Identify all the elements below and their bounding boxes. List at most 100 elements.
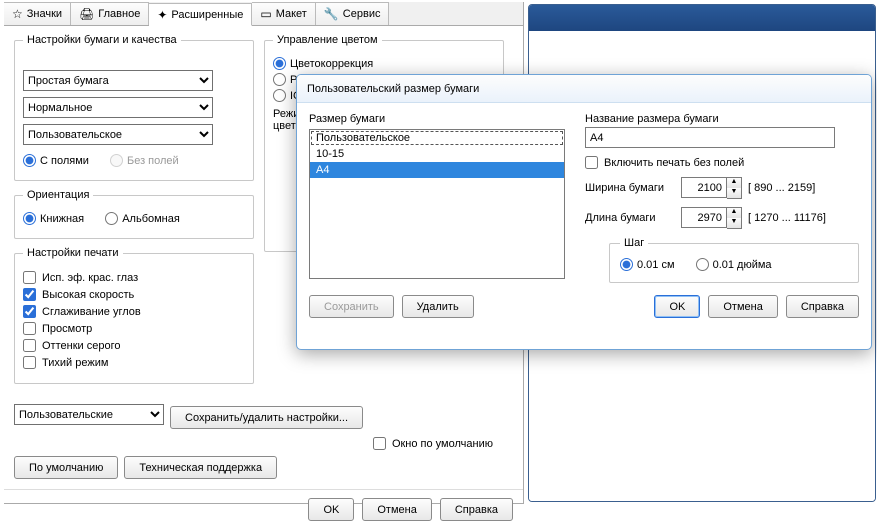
paper-name-input[interactable] <box>585 127 835 148</box>
paper-name-label: Название размера бумаги <box>585 113 859 125</box>
list-item[interactable]: Пользовательское <box>310 130 564 146</box>
color-correction-radio[interactable] <box>273 57 286 70</box>
group-legend: Шаг <box>620 237 648 249</box>
checkbox-label: Оттенки серого <box>42 340 120 352</box>
checkbox-label: Сглаживание углов <box>42 306 141 318</box>
background-window-titlebar <box>529 5 875 31</box>
radio-label: Альбомная <box>122 213 180 225</box>
width-input[interactable] <box>681 177 727 198</box>
radio-label: Цветокоррекция <box>290 58 373 70</box>
color-correction-row[interactable]: Цветокоррекция <box>273 57 495 70</box>
save-preset-button[interactable]: Сохранить/удалить настройки... <box>170 406 363 429</box>
spin-down-icon[interactable]: ▼ <box>727 188 741 198</box>
tab-label: Сервис <box>343 8 381 20</box>
portrait-radio-row[interactable]: Книжная <box>23 212 84 225</box>
spin-up-icon[interactable]: ▲ <box>727 208 741 218</box>
checkbox-label: Окно по умолчанию <box>392 438 493 450</box>
quiet-checkbox-row[interactable]: Тихий режим <box>23 356 245 369</box>
redeye-checkbox[interactable] <box>23 271 36 284</box>
with-margins-radio[interactable] <box>23 154 36 167</box>
support-button[interactable]: Техническая поддержка <box>124 456 277 479</box>
step-inch-radio[interactable] <box>696 258 709 271</box>
step-cm-row[interactable]: 0.01 см <box>620 258 675 271</box>
height-spinner[interactable]: ▲▼ <box>681 207 742 229</box>
tab-icons[interactable]: ☆ Значки <box>4 2 71 25</box>
dialog-title: Пользовательский размер бумаги <box>307 83 479 95</box>
borderless-print-checkbox[interactable] <box>585 156 598 169</box>
tab-label: Главное <box>98 8 140 20</box>
defaults-button[interactable]: По умолчанию <box>14 456 118 479</box>
quiet-checkbox[interactable] <box>23 356 36 369</box>
gray-checkbox[interactable] <box>23 339 36 352</box>
redeye-checkbox-row[interactable]: Исп. эф. крас. глаз <box>23 271 245 284</box>
tab-label: Расширенные <box>171 9 243 21</box>
tab-main[interactable]: 🖨 Главное <box>71 2 149 25</box>
icm-radio[interactable] <box>273 89 286 102</box>
color-mode-label2: цвет <box>273 120 296 132</box>
dialog-titlebar: Пользовательский размер бумаги <box>297 75 871 103</box>
width-label: Ширина бумаги <box>585 182 675 194</box>
spin-up-icon[interactable]: ▲ <box>727 178 741 188</box>
borderless-radio <box>110 154 123 167</box>
borderless-radio-row: Без полей <box>110 154 179 167</box>
spin-down-icon[interactable]: ▼ <box>727 218 741 228</box>
width-spinner[interactable]: ▲▼ <box>681 177 742 199</box>
radio-label: Книжная <box>40 213 84 225</box>
star-icon: ☆ <box>12 7 23 21</box>
cancel-button[interactable]: Отмена <box>708 295 777 318</box>
speed-checkbox[interactable] <box>23 288 36 301</box>
smooth-checkbox[interactable] <box>23 305 36 318</box>
gray-checkbox-row[interactable]: Оттенки серого <box>23 339 245 352</box>
preview-checkbox-row[interactable]: Просмотр <box>23 322 245 335</box>
tab-label: Макет <box>276 8 307 20</box>
preset-select[interactable]: Пользовательские <box>14 404 164 425</box>
step-group: Шаг 0.01 см 0.01 дюйма <box>609 237 859 283</box>
group-legend: Настройки бумаги и качества <box>23 34 181 46</box>
height-label: Длина бумаги <box>585 212 675 224</box>
paper-type-select[interactable]: Простая бумага <box>23 70 213 91</box>
ok-button[interactable]: OK <box>308 498 354 521</box>
photo-enhance-radio[interactable] <box>273 73 286 86</box>
step-cm-radio[interactable] <box>620 258 633 271</box>
radio-label: Без полей <box>127 155 179 167</box>
portrait-radio[interactable] <box>23 212 36 225</box>
height-range: [ 1270 ... 11176] <box>748 212 826 224</box>
help-button[interactable]: Справка <box>786 295 859 318</box>
preview-checkbox[interactable] <box>23 322 36 335</box>
ok-button[interactable]: OK <box>654 295 700 318</box>
tab-advanced[interactable]: ✦ Расширенные <box>149 3 252 26</box>
list-item[interactable]: A4 <box>310 162 564 178</box>
help-button[interactable]: Справка <box>440 498 513 521</box>
height-input[interactable] <box>681 207 727 228</box>
landscape-radio-row[interactable]: Альбомная <box>105 212 180 225</box>
save-button: Сохранить <box>309 295 394 318</box>
list-item[interactable]: 10-15 <box>310 146 564 162</box>
cancel-button[interactable]: Отмена <box>362 498 431 521</box>
margins-radio-row[interactable]: С полями <box>23 154 89 167</box>
checkbox-label: Высокая скорость <box>42 289 134 301</box>
radio-label: 0.01 дюйма <box>713 259 772 271</box>
step-inch-row[interactable]: 0.01 дюйма <box>696 258 772 271</box>
quality-select[interactable]: Нормальное <box>23 97 213 118</box>
group-legend: Управление цветом <box>273 34 382 46</box>
printer-icon: 🖨 <box>79 7 94 21</box>
landscape-radio[interactable] <box>105 212 118 225</box>
group-legend: Настройки печати <box>23 247 123 259</box>
delete-button[interactable]: Удалить <box>402 295 474 318</box>
borderless-print-row[interactable]: Включить печать без полей <box>585 156 859 169</box>
tab-layout[interactable]: ▭ Макет <box>252 2 315 25</box>
smooth-checkbox-row[interactable]: Сглаживание углов <box>23 305 245 318</box>
paper-size-select[interactable]: Пользовательское <box>23 124 213 145</box>
paper-quality-group: Настройки бумаги и качества Простая бума… <box>14 34 254 181</box>
orientation-group: Ориентация Книжная Альбомная <box>14 189 254 239</box>
radio-label: С полями <box>40 155 89 167</box>
checkbox-label: Исп. эф. крас. глаз <box>42 272 138 284</box>
checkbox-label: Тихий режим <box>42 357 108 369</box>
tab-service[interactable]: 🔧 Сервис <box>316 2 390 25</box>
paper-size-listbox[interactable]: Пользовательское 10-15 A4 <box>309 129 565 279</box>
print-settings-group: Настройки печати Исп. эф. крас. глаз Выс… <box>14 247 254 384</box>
default-window-checkbox[interactable] <box>373 437 386 450</box>
speed-checkbox-row[interactable]: Высокая скорость <box>23 288 245 301</box>
checkbox-label: Включить печать без полей <box>604 157 744 169</box>
sparkle-icon: ✦ <box>157 8 167 22</box>
